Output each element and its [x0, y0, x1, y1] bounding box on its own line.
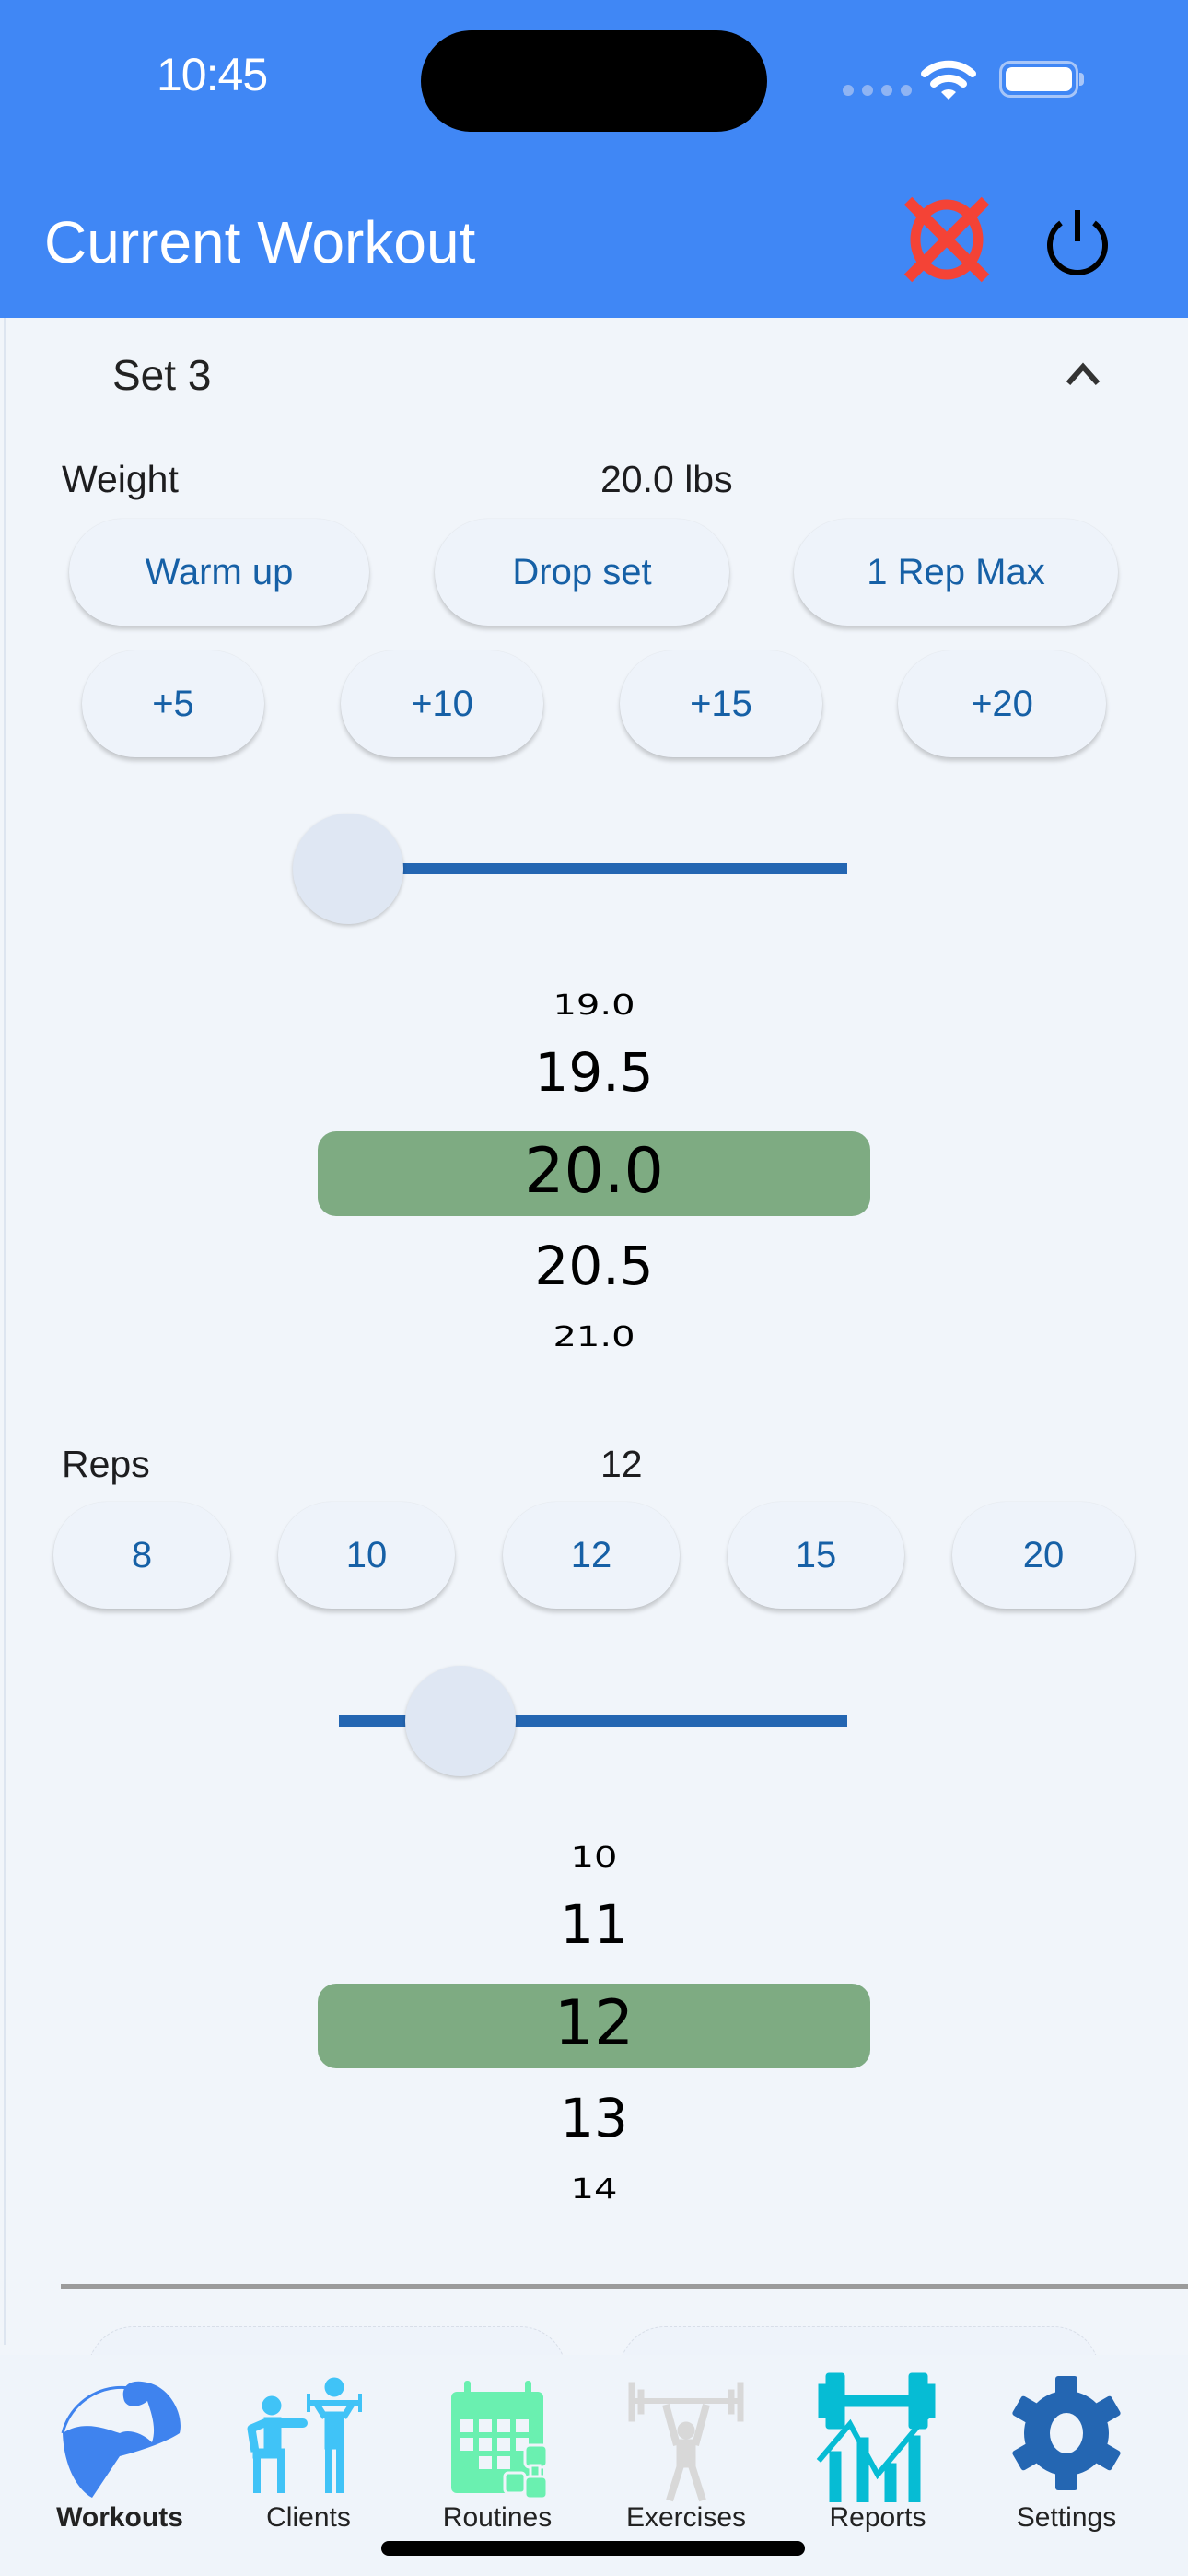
- reps-picker-item[interactable]: 14: [318, 2173, 870, 2206]
- page-title: Current Workout: [44, 209, 476, 275]
- reps-12-button[interactable]: 12: [503, 1502, 680, 1609]
- add-5-button[interactable]: +5: [82, 650, 264, 757]
- weight-picker[interactable]: 19.0 19.5 20.0 20.5 21.0: [318, 967, 870, 1373]
- weight-picker-item[interactable]: 21.0: [318, 1321, 870, 1353]
- tab-clients[interactable]: Clients: [216, 2355, 401, 2539]
- reps-slider-thumb[interactable]: [405, 1666, 517, 1776]
- reps-picker-item[interactable]: 11: [318, 1893, 870, 1956]
- svg-text:2: 2: [461, 2458, 470, 2473]
- reps-15-button[interactable]: 15: [728, 1502, 904, 1609]
- weight-picker-item[interactable]: 20.5: [318, 1235, 870, 1297]
- reps-picker-item[interactable]: 13: [318, 2087, 870, 2149]
- power-button[interactable]: [1041, 205, 1114, 278]
- add-15-button[interactable]: +15: [620, 650, 822, 757]
- reps-value: 12: [600, 1443, 643, 1485]
- tab-routines[interactable]: 2 Routines: [405, 2355, 589, 2539]
- reps-picker[interactable]: 10 11 12 13 14: [318, 1820, 870, 2225]
- flexed-bicep-icon: [61, 2381, 181, 2498]
- reps-picker-selected-item[interactable]: 12: [318, 1987, 870, 2060]
- battery-icon: [999, 61, 1084, 98]
- section-divider: [61, 2284, 1188, 2289]
- weight-picker-item[interactable]: 19.5: [318, 1041, 870, 1104]
- cellular-signal-icon: [843, 85, 912, 96]
- power-icon: [1047, 210, 1108, 275]
- gear-icon: [1012, 2376, 1121, 2490]
- tab-settings[interactable]: Settings: [974, 2355, 1159, 2539]
- cancel-workout-icon: [903, 196, 990, 283]
- tab-label: Clients: [266, 2502, 351, 2533]
- status-time: 10:45: [157, 49, 268, 100]
- dumbbell-chart-icon: [816, 2372, 936, 2502]
- trainer-client-icon: [247, 2377, 362, 2493]
- weight-picker-item[interactable]: 19.0: [318, 989, 870, 1022]
- tab-label: Exercises: [625, 2502, 747, 2533]
- reps-picker-item[interactable]: 10: [318, 1842, 870, 1874]
- weight-slider-thumb[interactable]: [293, 814, 403, 924]
- weight-slider-track[interactable]: [348, 863, 847, 874]
- drop-set-button[interactable]: Drop set: [435, 519, 729, 626]
- tab-exercises[interactable]: Exercises: [594, 2355, 778, 2539]
- tab-workouts[interactable]: Workouts: [28, 2355, 212, 2539]
- tab-label: Routines: [442, 2502, 553, 2533]
- add-10-button[interactable]: +10: [341, 650, 543, 757]
- dynamic-island: [421, 30, 767, 132]
- cancel-workout-button[interactable]: [903, 195, 991, 284]
- reps-20-button[interactable]: 20: [952, 1502, 1135, 1609]
- weight-label: Weight: [62, 458, 179, 500]
- reps-8-button[interactable]: 8: [53, 1502, 230, 1609]
- tab-reports[interactable]: Reports: [786, 2355, 970, 2539]
- tab-label: Reports: [829, 2502, 926, 2533]
- reps-10-button[interactable]: 10: [278, 1502, 455, 1609]
- home-indicator: [381, 2541, 805, 2556]
- weight-picker-selected-item[interactable]: 20.0: [318, 1135, 870, 1208]
- weight-value: 20.0 lbs: [600, 458, 733, 500]
- one-rep-max-button[interactable]: 1 Rep Max: [794, 519, 1118, 626]
- weightlifter-icon: [628, 2382, 744, 2502]
- set-title[interactable]: Set 3: [112, 350, 211, 400]
- tab-label: Workouts: [56, 2502, 183, 2533]
- wifi-icon: [921, 60, 976, 100]
- tab-label: Settings: [1016, 2502, 1117, 2533]
- chevron-up-icon[interactable]: [1065, 361, 1101, 387]
- add-20-button[interactable]: +20: [898, 650, 1106, 757]
- app-bar: 10:45 Current Workout: [0, 0, 1188, 318]
- reps-label: Reps: [62, 1443, 150, 1485]
- warm-up-button[interactable]: Warm up: [69, 519, 369, 626]
- calendar-dumbbell-icon: 2: [451, 2381, 549, 2500]
